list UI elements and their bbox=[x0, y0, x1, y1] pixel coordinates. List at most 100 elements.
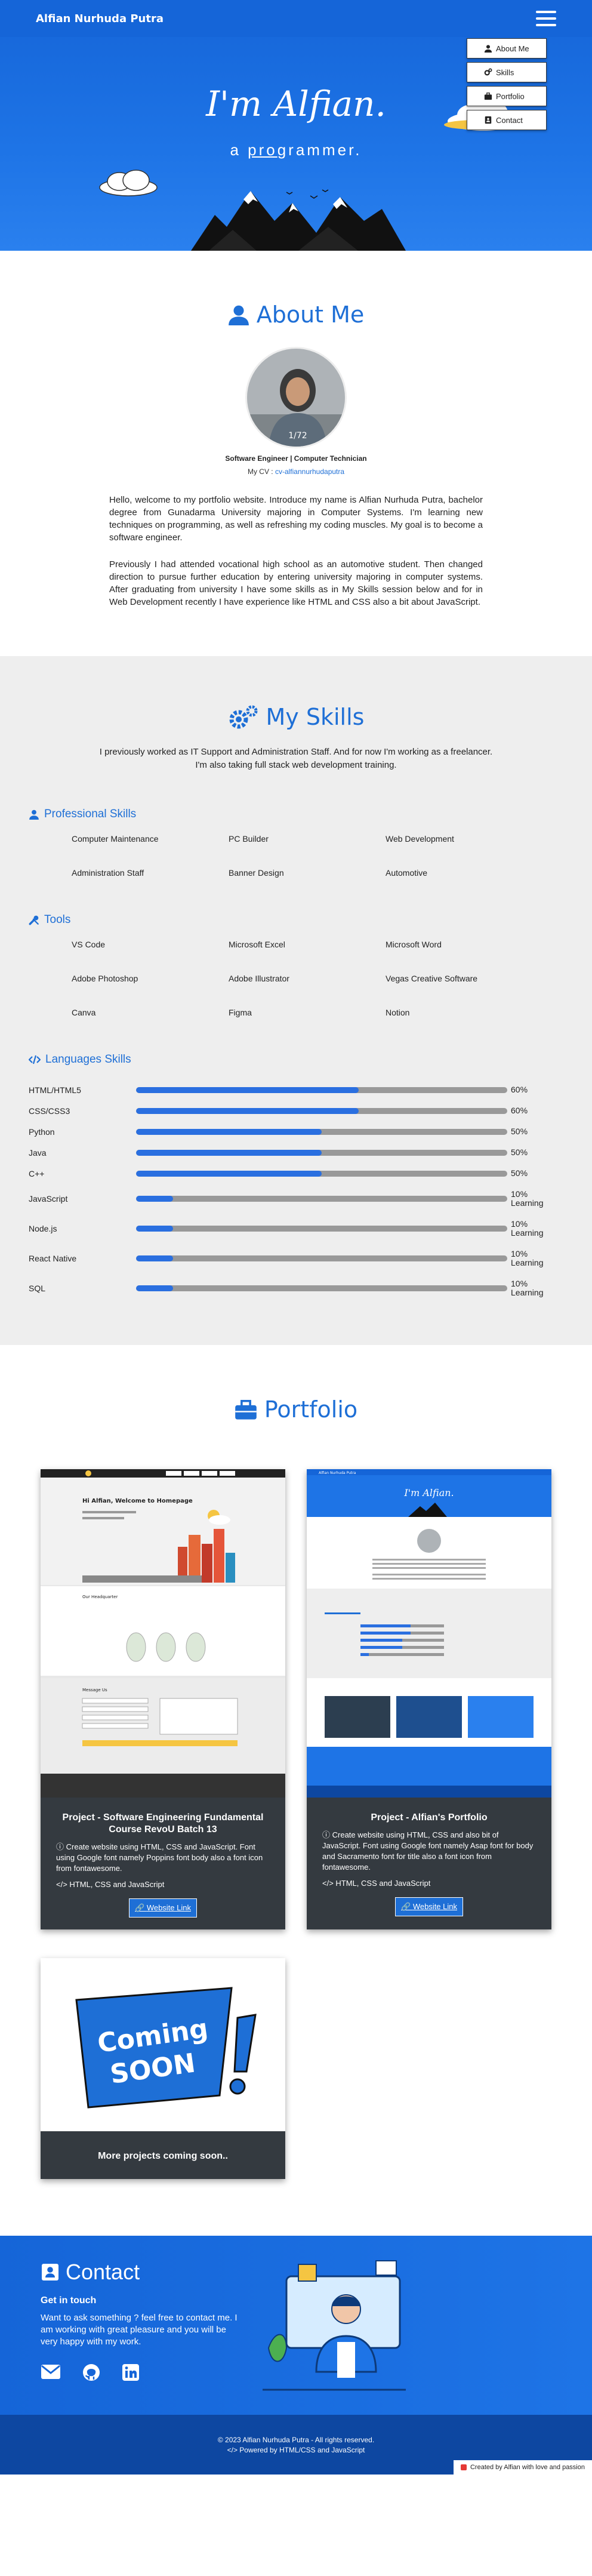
language-name: Java bbox=[29, 1147, 47, 1158]
cloud-illustration bbox=[99, 170, 158, 196]
language-row: Node.js 10% Learning bbox=[29, 1214, 554, 1244]
coming-soon-card: Coming SOON More projects coming soon.. bbox=[41, 1958, 285, 2179]
project-screenshot: Alfian Nurhuda Putra I'm Alfian. bbox=[307, 1469, 551, 1798]
language-progress-fill bbox=[136, 1170, 322, 1177]
website-link-button[interactable]: 🔗 Website Link bbox=[395, 1897, 463, 1916]
skill-item: Web Development bbox=[386, 834, 454, 844]
project-card-body: Project - Software Engineering Fundament… bbox=[41, 1798, 285, 1929]
project-card: Alfian Nurhuda Putra I'm Alfian. Project… bbox=[307, 1469, 551, 1929]
language-progress-bar bbox=[136, 1255, 507, 1261]
language-percent: 50% bbox=[511, 1147, 528, 1157]
language-row: React Native 10% Learning bbox=[29, 1244, 554, 1273]
language-progress-fill bbox=[136, 1107, 359, 1114]
language-percent: 10% Learning bbox=[511, 1219, 544, 1238]
tool-item: Adobe Photoshop bbox=[72, 974, 138, 983]
language-name: HTML/HTML5 bbox=[29, 1085, 81, 1095]
shot-headline: Hi Alfian, Welcome to Homepage bbox=[82, 1498, 193, 1504]
professional-skills-heading: Professional Skills bbox=[29, 808, 592, 821]
about-paragraph: Hello, welcome to my portfolio website. … bbox=[109, 495, 483, 543]
language-progress-bar bbox=[136, 1226, 507, 1232]
coming-soon-body: More projects coming soon.. bbox=[41, 2131, 285, 2179]
powered-by: </> Powered by HTML/CSS and JavaScript bbox=[227, 2446, 365, 2454]
info-icon: ⓘ bbox=[56, 1842, 66, 1851]
language-progress-bar bbox=[136, 1170, 507, 1177]
tools-heading: Tools bbox=[29, 913, 592, 927]
language-progress-fill bbox=[136, 1285, 174, 1291]
language-percent: 50% bbox=[511, 1168, 528, 1178]
language-progress-fill bbox=[136, 1226, 174, 1232]
user-icon bbox=[29, 810, 39, 820]
about-paragraph: Previously I had attended vocational hig… bbox=[109, 559, 483, 607]
svg-text:I'm Alfian.: I'm Alfian. bbox=[403, 1487, 454, 1498]
project-description: ⓘ Create website using HTML, CSS and Jav… bbox=[56, 1842, 263, 1873]
project-tech: </> HTML, CSS and JavaScript bbox=[56, 1880, 165, 1889]
language-row: Java 50% bbox=[29, 1142, 554, 1163]
tool-item: Vegas Creative Software bbox=[386, 974, 478, 983]
skill-item: Banner Design bbox=[229, 868, 284, 878]
hamburger-menu-icon[interactable] bbox=[536, 11, 556, 26]
shot-section: Our Headquarter bbox=[82, 1595, 118, 1599]
language-percent: 60% bbox=[511, 1085, 528, 1094]
credit-badge: Created by Alfian with love and passion bbox=[453, 2460, 592, 2475]
mountain-illustration bbox=[191, 189, 406, 251]
language-progress-bar bbox=[136, 1087, 507, 1093]
language-progress-bar bbox=[136, 1285, 507, 1291]
language-row: Python 50% bbox=[29, 1121, 554, 1142]
info-icon: ⓘ bbox=[322, 1830, 332, 1839]
tools-list: VS Code Microsoft Excel Microsoft Word A… bbox=[72, 940, 592, 1017]
brand-name[interactable]: Alfian Nurhuda Putra bbox=[36, 13, 164, 25]
menu-item-skills[interactable]: Skills bbox=[467, 62, 547, 82]
coming-soon-title: More projects coming soon.. bbox=[98, 2151, 228, 2161]
linkedin-icon[interactable] bbox=[122, 2363, 140, 2381]
about-title: About Me bbox=[0, 301, 592, 328]
language-percent: 60% bbox=[511, 1106, 528, 1115]
tool-item: Canva bbox=[72, 1008, 96, 1017]
project-card: Hi Alfian, Welcome to Homepage Our Headq… bbox=[41, 1469, 285, 1929]
language-name: Node.js bbox=[29, 1224, 57, 1233]
menu-item-label: Portfolio bbox=[496, 91, 525, 101]
language-progress-bar bbox=[136, 1196, 507, 1202]
cv-link[interactable]: cv-alfiannurhudaputra bbox=[275, 467, 344, 476]
language-progress-bar bbox=[136, 1149, 507, 1156]
hero-subtitle: a programmer. bbox=[230, 141, 362, 159]
navbar: Alfian Nurhuda Putra bbox=[0, 0, 592, 37]
menu-item-contact[interactable]: Contact bbox=[467, 110, 547, 130]
language-progress-fill bbox=[136, 1196, 174, 1202]
github-icon[interactable] bbox=[82, 2363, 100, 2381]
cv-line: My CV : cv-alfiannurhudaputra bbox=[247, 467, 345, 476]
tool-item: Microsoft Word bbox=[386, 940, 442, 949]
language-progress-bar bbox=[136, 1128, 507, 1135]
link-icon: 🔗 bbox=[135, 1903, 147, 1912]
menu-item-portfolio[interactable]: Portfolio bbox=[467, 86, 547, 106]
language-row: C++ 50% bbox=[29, 1163, 554, 1184]
language-percent: 50% bbox=[511, 1127, 528, 1136]
heart-icon bbox=[460, 2464, 467, 2470]
portfolio-title: Portfolio bbox=[0, 1396, 592, 1423]
language-progress-fill bbox=[136, 1128, 322, 1135]
menu-item-label: Contact bbox=[496, 115, 523, 125]
skill-item: Administration Staff bbox=[72, 868, 144, 878]
email-icon[interactable] bbox=[41, 2363, 61, 2380]
project-tech: </> HTML, CSS and JavaScript bbox=[322, 1879, 431, 1888]
professional-skills-list: Computer Maintenance PC Builder Web Deve… bbox=[72, 834, 592, 878]
website-link-button[interactable]: 🔗 Website Link bbox=[129, 1898, 197, 1918]
skill-item: Computer Maintenance bbox=[72, 834, 159, 844]
project-title: Project - Alfian's Portfolio bbox=[371, 1812, 488, 1823]
briefcase-icon bbox=[484, 93, 492, 100]
project-screenshot: Hi Alfian, Welcome to Homepage Our Headq… bbox=[41, 1469, 285, 1798]
skills-intro: I previously worked as IT Support and Ad… bbox=[99, 747, 493, 770]
skills-title: My Skills bbox=[0, 704, 592, 730]
coming-soon-art: Coming SOON bbox=[41, 1958, 285, 2131]
menu-item-about[interactable]: About Me bbox=[467, 38, 547, 59]
wrench-icon bbox=[29, 915, 39, 925]
menu-item-label: About Me bbox=[496, 44, 529, 53]
language-row: JavaScript 10% Learning bbox=[29, 1184, 554, 1214]
language-name: React Native bbox=[29, 1254, 77, 1263]
project-description: ⓘ Create website using HTML, CSS and als… bbox=[322, 1830, 534, 1872]
skill-item: Automotive bbox=[386, 868, 428, 878]
svg-text:1/72: 1/72 bbox=[288, 431, 307, 441]
menu-item-label: Skills bbox=[496, 67, 514, 77]
shot-brand: Alfian Nurhuda Putra bbox=[319, 1471, 356, 1475]
contact-card-icon bbox=[485, 116, 492, 124]
language-percent: 10% Learning bbox=[511, 1189, 544, 1208]
